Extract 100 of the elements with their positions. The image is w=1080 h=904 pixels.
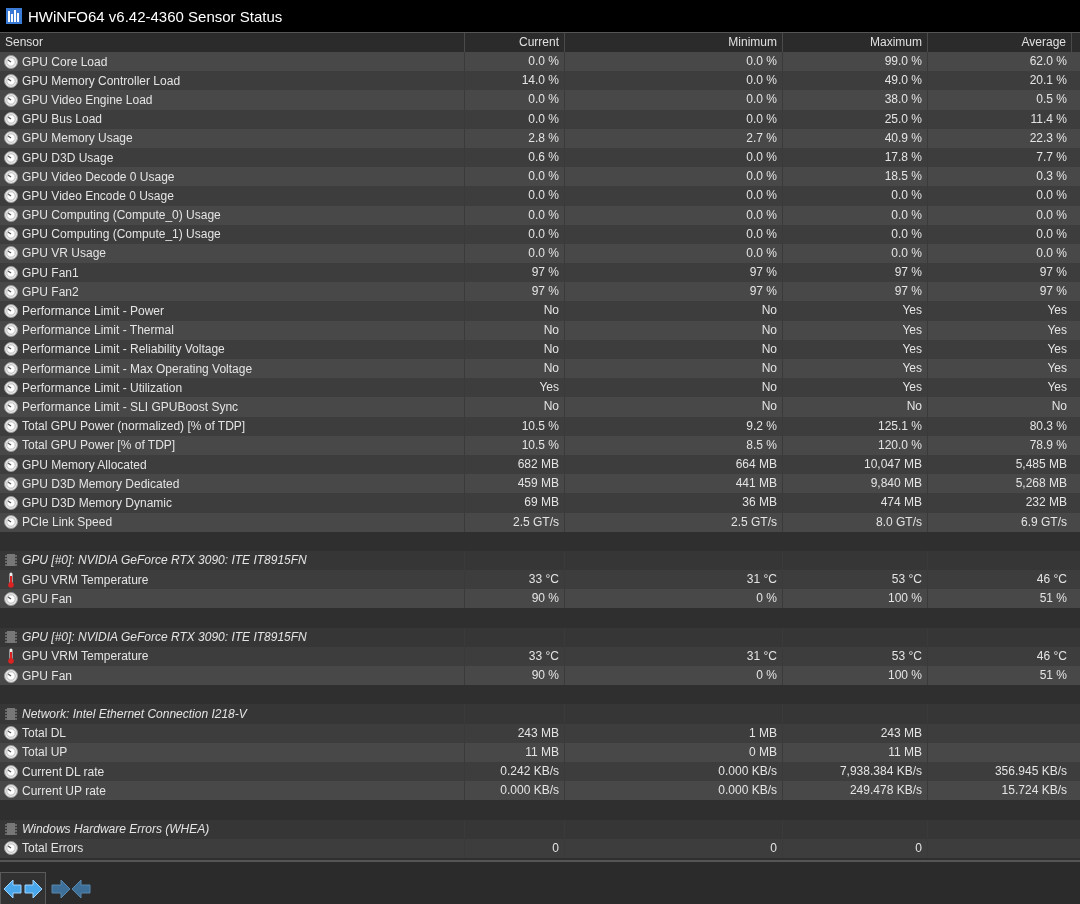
table-cell: 8.5 % bbox=[746, 437, 777, 452]
expand-button[interactable] bbox=[0, 872, 46, 904]
table-cell: 46 °C bbox=[1036, 572, 1067, 587]
table-cell: 0.000 KB/s bbox=[718, 783, 777, 798]
table-row[interactable]: GPU Fan 90 % 0 % 100 % 51 % bbox=[0, 589, 1080, 609]
table-row[interactable]: GPU Video Decode 0 Usage 0.0 % 0.0 % 18.5 % 0.3 % bbox=[0, 167, 1080, 187]
table-row[interactable]: GPU D3D Usage 0.6 % 0.0 % 17.8 % 7.7 % bbox=[0, 147, 1080, 168]
table-row[interactable]: GPU Video Engine Load 0.0 % 0.0 % 38.0 % 0.5 % bbox=[0, 90, 1080, 110]
group-row[interactable]: GPU [#0]: NVIDIA GeForce RTX 3090: ITE IT8915FN bbox=[0, 627, 1080, 647]
table-cell: 356.945 KB/s bbox=[994, 763, 1067, 778]
sensor-name: Performance Limit - SLI GPUBoost Sync bbox=[22, 399, 239, 414]
table-row[interactable]: GPU Computing (Compute_1) Usage 0.0 % 0.0 % 0.0 % 0.0 % bbox=[0, 224, 1080, 244]
table-cell: 15.724 KB/s bbox=[1001, 783, 1067, 798]
gauge-icon bbox=[4, 188, 18, 203]
table-row[interactable]: Total UP 11 MB 0 MB 11 MB bbox=[0, 742, 1080, 762]
table-row[interactable]: GPU Fan 90 % 0 % 100 % 51 % bbox=[0, 666, 1080, 686]
sensor-name: GPU Fan bbox=[22, 591, 72, 606]
table-cell: 2.5 GT/s bbox=[513, 514, 559, 529]
table-row[interactable]: PCIe Link Speed 2.5 GT/s 2.5 GT/s 8.0 GT/s 6.9 GT/s bbox=[0, 512, 1080, 532]
gauge-icon bbox=[4, 419, 18, 434]
table-cell: 10.5 % bbox=[521, 418, 559, 433]
gauge-icon bbox=[4, 54, 18, 69]
group-row[interactable]: Network: Intel Ethernet Connection I218-V bbox=[0, 704, 1080, 724]
table-row[interactable]: GPU Bus Load 0.0 % 0.0 % 25.0 % 11.4 % bbox=[0, 109, 1080, 129]
table-row[interactable]: GPU Core Load 0.0 % 0.0 % 99.0 % 62.0 % bbox=[0, 52, 1080, 72]
table-row[interactable]: GPU Memory Controller Load 14.0 % 0.0 % 49.0 % 20.1 % bbox=[0, 71, 1080, 91]
table-row[interactable]: GPU VRM Temperature 33 °C 31 °C 53 °C 46 °C bbox=[0, 646, 1080, 666]
table-row[interactable]: GPU Memory Usage 2.8 % 2.7 % 40.9 % 22.3 % bbox=[0, 128, 1080, 148]
table-cell: 0.242 KB/s bbox=[500, 763, 559, 778]
group-name: GPU [#0]: NVIDIA GeForce RTX 3090: ITE IT8915FN bbox=[22, 553, 307, 568]
table-cell: 11 MB bbox=[525, 744, 559, 759]
table-row[interactable]: Performance Limit - SLI GPUBoost Sync No No No No bbox=[0, 397, 1080, 417]
table-cell: 0.0 % bbox=[891, 207, 922, 222]
sensor-name: GPU Fan1 bbox=[22, 265, 79, 280]
table-cell: 97 % bbox=[531, 284, 559, 299]
table-row[interactable]: Total GPU Power [% of TDP] 10.5 % 8.5 % 120.0 % 78.9 % bbox=[0, 435, 1080, 455]
table-cell: 0.0 % bbox=[746, 111, 777, 126]
table-cell: 0.0 % bbox=[891, 226, 922, 241]
table-cell: Yes bbox=[902, 341, 922, 356]
table-cell: Yes bbox=[1047, 380, 1067, 395]
table-cell: 36 MB bbox=[742, 495, 777, 510]
gauge-icon bbox=[4, 380, 18, 395]
gauge-icon bbox=[4, 726, 18, 741]
sensor-name: GPU Bus Load bbox=[22, 112, 103, 127]
table-row[interactable]: Total GPU Power (normalized) [% of TDP] 10.5 % 9.2 % 125.1 % 80.3 % bbox=[0, 416, 1080, 436]
gauge-icon bbox=[4, 783, 18, 798]
table-cell: 0.0 % bbox=[746, 92, 777, 107]
group-row[interactable]: GPU [#0]: NVIDIA GeForce RTX 3090: ITE IT8915FN bbox=[0, 550, 1080, 571]
sensor-name: GPU VRM Temperature bbox=[22, 649, 149, 664]
table-cell: 38.0 % bbox=[884, 92, 922, 107]
table-cell: 20.1 % bbox=[1029, 73, 1067, 88]
table-cell: Yes bbox=[1047, 322, 1067, 337]
chip-icon bbox=[5, 553, 17, 568]
table-cell: 0 bbox=[770, 840, 777, 855]
sensor-name: GPU Video Engine Load bbox=[22, 92, 153, 107]
table-row[interactable]: Performance Limit - Thermal No No Yes Yes bbox=[0, 320, 1080, 340]
table-cell: 1 MB bbox=[749, 725, 777, 740]
table-row[interactable]: Total Errors 0 0 0 bbox=[0, 838, 1080, 858]
sensor-name: GPU D3D Memory Dedicated bbox=[22, 476, 180, 491]
table-cell: 0.5 % bbox=[1036, 92, 1067, 107]
table-row[interactable]: Current DL rate 0.242 KB/s 0.000 KB/s 7,938.384 KB/s 356.945 KB/s bbox=[0, 761, 1080, 782]
table-row[interactable]: Performance Limit - Reliability Voltage No No Yes Yes bbox=[0, 339, 1080, 359]
table-row[interactable]: GPU D3D Memory Dynamic 69 MB 36 MB 474 MB 232 MB bbox=[0, 493, 1080, 513]
table-row[interactable]: GPU Video Encode 0 Usage 0.0 % 0.0 % 0.0 % 0.0 % bbox=[0, 186, 1080, 206]
table-cell: 51 % bbox=[1039, 591, 1067, 606]
table-row[interactable]: GPU D3D Memory Dedicated 459 MB 441 MB 9,840 MB 5,268 MB bbox=[0, 474, 1080, 494]
table-row[interactable]: GPU VR Usage 0.0 % 0.0 % 0.0 % 0.0 % bbox=[0, 243, 1080, 264]
table-row[interactable]: GPU Memory Allocated 682 MB 664 MB 10,047 MB 5,485 MB bbox=[0, 454, 1080, 475]
table-cell: No bbox=[761, 399, 777, 414]
window-title: HWiNFO64 v6.42-4360 Sensor Status bbox=[28, 7, 283, 25]
table-row[interactable]: Total DL 243 MB 1 MB 243 MB bbox=[0, 723, 1080, 743]
table-cell: 0.0 % bbox=[528, 207, 559, 222]
table-row[interactable]: GPU Computing (Compute_0) Usage 0.0 % 0.0 % 0.0 % 0.0 % bbox=[0, 205, 1080, 225]
sensor-name: Total GPU Power (normalized) [% of TDP] bbox=[22, 419, 246, 434]
table-row[interactable]: Performance Limit - Max Operating Voltage No No Yes Yes bbox=[0, 359, 1080, 379]
table-cell: 99.0 % bbox=[884, 54, 922, 68]
table-cell: 249.478 KB/s bbox=[849, 783, 922, 798]
gauge-icon bbox=[4, 112, 18, 127]
thermometer-icon bbox=[7, 571, 15, 588]
table-cell: 40.9 % bbox=[884, 130, 922, 145]
table-row[interactable]: GPU VRM Temperature 33 °C 31 °C 53 °C 46 °C bbox=[0, 570, 1080, 590]
chip-icon bbox=[5, 822, 17, 837]
table-row[interactable]: Performance Limit - Utilization Yes No Yes Yes bbox=[0, 378, 1080, 398]
gauge-icon bbox=[4, 342, 18, 357]
group-name: GPU [#0]: NVIDIA GeForce RTX 3090: ITE IT8915FN bbox=[22, 630, 307, 645]
table-cell: Yes bbox=[902, 322, 922, 337]
table-row[interactable]: Performance Limit - Power No No Yes Yes bbox=[0, 301, 1080, 321]
group-row[interactable]: Windows Hardware Errors (WHEA) bbox=[0, 819, 1080, 839]
table-cell: 0.0 % bbox=[1036, 245, 1067, 260]
gauge-icon bbox=[4, 745, 18, 760]
sensor-name: Total GPU Power [% of TDP] bbox=[22, 438, 176, 453]
gauge-icon bbox=[4, 227, 18, 242]
table-cell: 97 % bbox=[1039, 265, 1067, 280]
table-cell: 125.1 % bbox=[877, 418, 922, 433]
table-cell: 0.0 % bbox=[746, 149, 777, 164]
table-row[interactable]: GPU Fan1 97 % 97 % 97 % 97 % bbox=[0, 263, 1080, 283]
table-row[interactable]: Current UP rate 0.000 KB/s 0.000 KB/s 249.478 KB/s 15.724 KB/s bbox=[0, 781, 1080, 801]
sensor-name: Total Errors bbox=[22, 841, 84, 856]
table-row[interactable]: GPU Fan2 97 % 97 % 97 % 97 % bbox=[0, 282, 1080, 302]
sensor-name: Total UP bbox=[22, 745, 68, 760]
